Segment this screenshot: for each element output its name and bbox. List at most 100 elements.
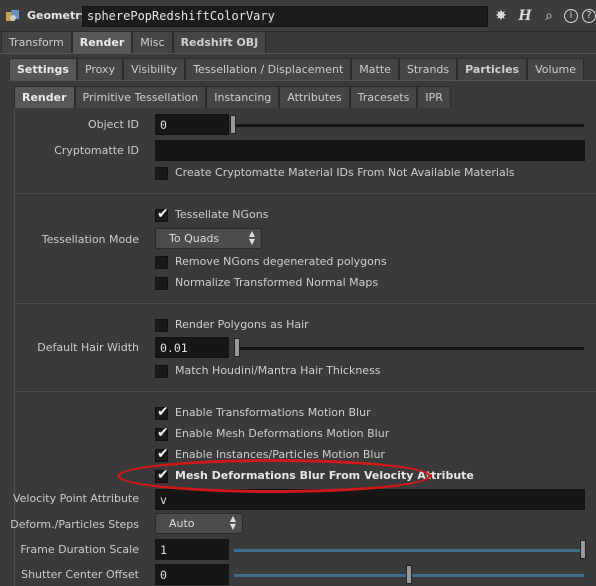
geometry-node-icon bbox=[6, 10, 19, 21]
object-id-slider-track[interactable] bbox=[234, 124, 584, 127]
tab-tracesets[interactable]: Tracesets bbox=[349, 86, 418, 108]
object-id-slider-handle[interactable] bbox=[230, 115, 236, 134]
search-icon[interactable]: ⌕ bbox=[540, 7, 558, 25]
match-houdini-label: Match Houdini/Mantra Hair Thickness bbox=[175, 364, 381, 377]
tab-transform[interactable]: Transform bbox=[1, 31, 72, 53]
checkmark-icon: ✔ bbox=[157, 467, 169, 483]
tab-ipr[interactable]: IPR bbox=[417, 86, 451, 108]
frame-duration-scale-field[interactable]: 1 bbox=[155, 539, 229, 560]
frame-duration-slider-handle[interactable] bbox=[580, 540, 586, 559]
tab-volume[interactable]: Volume bbox=[527, 58, 585, 80]
deform-particles-steps-value: Auto bbox=[169, 517, 195, 530]
tab-primitive-tessellation[interactable]: Primitive Tessellation bbox=[74, 86, 207, 108]
tab-sub-render[interactable]: Render bbox=[14, 86, 75, 108]
checkmark-icon: ✔ bbox=[157, 206, 169, 222]
tab-instancing[interactable]: Instancing bbox=[206, 86, 280, 108]
cryptomatte-id-field[interactable] bbox=[155, 140, 585, 161]
sub-tabs: Render Primitive Tessellation Instancing… bbox=[14, 86, 451, 108]
object-id-field[interactable]: 0 bbox=[155, 114, 229, 135]
default-hair-width-label: Default Hair Width bbox=[37, 341, 139, 354]
render-polygons-hair-checkbox[interactable] bbox=[155, 319, 168, 332]
hair-width-slider-track[interactable] bbox=[238, 347, 584, 350]
object-id-label: Object ID bbox=[87, 118, 139, 131]
tessellation-mode-value: To Quads bbox=[169, 232, 220, 245]
frame-duration-scale-label: Frame Duration Scale bbox=[20, 543, 139, 556]
enable-instances-mb-checkbox[interactable]: ✔ bbox=[155, 446, 169, 462]
remove-ngons-label: Remove NGons degenerated polygons bbox=[175, 255, 387, 268]
tessellate-ngons-label: Tessellate NGons bbox=[175, 208, 269, 221]
default-hair-width-row: Default Hair Width 0.01 bbox=[0, 336, 596, 360]
mesh-blur-velocity-checkbox[interactable]: ✔ bbox=[155, 467, 169, 483]
enable-instances-mb-label: Enable Instances/Particles Motion Blur bbox=[175, 448, 385, 461]
tab-particles[interactable]: Particles bbox=[457, 58, 528, 80]
enable-transform-mb-checkbox[interactable]: ✔ bbox=[155, 404, 169, 420]
section-divider bbox=[15, 193, 596, 194]
tab-strands[interactable]: Strands bbox=[398, 58, 458, 80]
enable-transform-mb-row: ✔ Enable Transformations Motion Blur bbox=[0, 404, 596, 423]
default-hair-width-field[interactable]: 0.01 bbox=[155, 337, 229, 358]
cryptomatte-id-label: Cryptomatte ID bbox=[54, 144, 139, 157]
help-h-icon[interactable]: H bbox=[516, 7, 534, 25]
checkmark-icon: ✔ bbox=[157, 425, 169, 441]
match-houdini-row: Match Houdini/Mantra Hair Thickness bbox=[0, 363, 596, 381]
tab-redshift-obj[interactable]: Redshift OBJ bbox=[172, 31, 267, 53]
normalize-normals-label: Normalize Transformed Normal Maps bbox=[175, 276, 379, 289]
render-polygons-hair-label: Render Polygons as Hair bbox=[175, 318, 309, 331]
tessellate-ngons-checkbox[interactable]: ✔ bbox=[155, 206, 169, 222]
create-crypto-checkbox[interactable] bbox=[155, 167, 168, 180]
create-crypto-label: Create Cryptomatte Material IDs From Not… bbox=[175, 166, 515, 179]
object-id-row: Object ID 0 bbox=[0, 113, 596, 137]
remove-ngons-checkbox[interactable] bbox=[155, 256, 168, 269]
tab-tessellation-displacement[interactable]: Tessellation / Displacement bbox=[185, 58, 352, 80]
tessellation-mode-label: Tessellation Mode bbox=[41, 233, 139, 246]
velocity-point-attr-row: Velocity Point Attribute v bbox=[0, 488, 596, 512]
select-arrows-icon: ▲ ▼ bbox=[229, 514, 236, 531]
normalize-normals-row: Normalize Transformed Normal Maps bbox=[0, 275, 596, 293]
help-icon[interactable]: ? bbox=[582, 9, 596, 23]
shutter-center-offset-field[interactable]: 0 bbox=[155, 564, 229, 585]
cryptomatte-id-row: Cryptomatte ID bbox=[0, 139, 596, 163]
checkmark-icon: ✔ bbox=[157, 404, 169, 420]
frame-duration-slider-track[interactable] bbox=[234, 549, 584, 552]
normalize-normals-checkbox[interactable] bbox=[155, 277, 168, 290]
tessellate-ngons-row: ✔ Tessellate NGons bbox=[0, 206, 596, 225]
frame-duration-scale-row: Frame Duration Scale 1 bbox=[0, 538, 596, 562]
tab-misc[interactable]: Misc bbox=[132, 31, 173, 53]
tab-proxy[interactable]: Proxy bbox=[76, 58, 124, 80]
enable-mesh-mb-label: Enable Mesh Deformations Motion Blur bbox=[175, 427, 390, 440]
node-type-label: Geometry bbox=[27, 9, 88, 22]
checkmark-icon: ✔ bbox=[157, 446, 169, 462]
velocity-point-attr-field[interactable]: v bbox=[155, 489, 585, 510]
enable-mesh-mb-checkbox[interactable]: ✔ bbox=[155, 425, 169, 441]
shutter-center-offset-row: Shutter Center Offset 0 bbox=[0, 563, 596, 586]
shutter-center-offset-label: Shutter Center Offset bbox=[21, 568, 139, 581]
select-arrows-icon: ▲ ▼ bbox=[248, 229, 255, 246]
deform-particles-steps-select[interactable]: Auto ▲ ▼ bbox=[155, 513, 243, 534]
hair-width-slider-handle[interactable] bbox=[234, 338, 240, 357]
mid-tabs: Settings Proxy Visibility Tessellation /… bbox=[9, 58, 585, 80]
section-divider bbox=[15, 303, 596, 304]
match-houdini-checkbox[interactable] bbox=[155, 365, 168, 378]
remove-ngons-row: Remove NGons degenerated polygons bbox=[0, 254, 596, 272]
tab-render[interactable]: Render bbox=[71, 31, 133, 53]
tab-matte[interactable]: Matte bbox=[351, 58, 399, 80]
parameter-header: Geometry spherePopRedshiftColorVary ✸ H … bbox=[0, 0, 596, 32]
node-name-field[interactable]: spherePopRedshiftColorVary bbox=[82, 6, 488, 27]
tab-attributes[interactable]: Attributes bbox=[279, 86, 350, 108]
tessellation-mode-select[interactable]: To Quads ▲ ▼ bbox=[155, 228, 262, 249]
mesh-blur-velocity-row: ✔ Mesh Deformations Blur From Velocity A… bbox=[0, 467, 596, 486]
enable-instances-mb-row: ✔ Enable Instances/Particles Motion Blur bbox=[0, 446, 596, 465]
render-polygons-hair-row: Render Polygons as Hair bbox=[0, 317, 596, 335]
enable-transform-mb-label: Enable Transformations Motion Blur bbox=[175, 406, 371, 419]
gear-icon[interactable]: ✸ bbox=[492, 7, 510, 25]
enable-mesh-mb-row: ✔ Enable Mesh Deformations Motion Blur bbox=[0, 425, 596, 444]
velocity-point-attr-label: Velocity Point Attribute bbox=[12, 492, 139, 505]
info-icon[interactable]: i bbox=[564, 9, 578, 23]
tab-visibility[interactable]: Visibility bbox=[123, 58, 186, 80]
deform-particles-steps-label: Deform./Particles Steps bbox=[10, 518, 139, 531]
tessellation-mode-row: Tessellation Mode To Quads ▲ ▼ bbox=[0, 227, 596, 251]
mesh-blur-velocity-label: Mesh Deformations Blur From Velocity Att… bbox=[175, 469, 474, 482]
shutter-offset-slider-handle[interactable] bbox=[406, 565, 412, 584]
tab-settings[interactable]: Settings bbox=[9, 58, 77, 80]
create-crypto-row: Create Cryptomatte Material IDs From Not… bbox=[0, 165, 596, 183]
